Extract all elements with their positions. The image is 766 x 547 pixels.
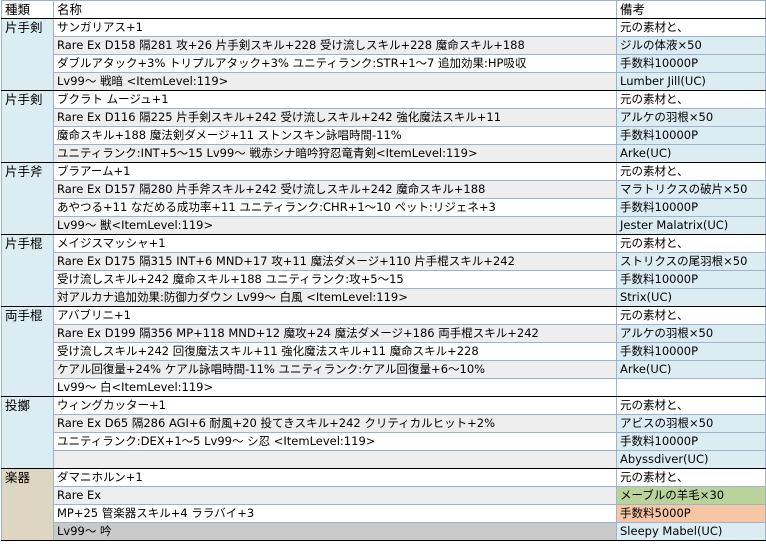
note-cell: 元の素材と、	[616, 306, 766, 325]
table-row: Lv99～ 獣<ItemLevel:119> Jester Malatrix(UC…	[2, 216, 766, 235]
item-name-cell: 受け流しスキル+242 魔命スキル+188 ユニティランク:攻+5～15	[53, 270, 617, 289]
note-cell: Sleepy Mabel(UC)	[616, 522, 766, 541]
note-cell: 手数料10000P	[616, 54, 766, 73]
item-name-cell: Lv99～ 吟	[53, 522, 617, 541]
header-name: 名称	[53, 0, 617, 19]
item-name-cell: あやつる+11 なだめる成功率+11 ユニティランク:CHR+1～10 ペット:…	[53, 198, 617, 217]
table-row: 片手斧 ブラアーム+1 元の素材と、	[1, 162, 766, 235]
table-row: Rare Ex D158 隔281 攻+26 片手剣スキル+228 受け流しスキ…	[2, 36, 766, 55]
item-name-cell: MP+25 管楽器スキル+4 ララバイ+3	[53, 504, 617, 523]
table-row: 片手棍 メイジスマッシャ+1 元の素材と、	[1, 234, 766, 307]
note-cell: アルケの羽根×50	[616, 108, 766, 127]
table-row: Rare Ex メーブルの羊毛×30	[2, 486, 766, 505]
note-cell: メーブルの羊毛×30	[616, 486, 766, 505]
note-cell: Lumber Jill(UC)	[616, 72, 766, 91]
table-row: MP+25 管楽器スキル+4 ララバイ+3 手数料5000P	[2, 504, 766, 523]
item-name-cell: アバブリニ+1	[53, 306, 617, 325]
table-row: 対アルカナ追加効果:防御力ダウン Lv99～ 白風 <ItemLevel:119…	[2, 288, 766, 307]
note-cell: アビスの羽根×50	[616, 414, 766, 433]
note-cell: 元の素材と、	[616, 18, 766, 37]
note-cell: 元の素材と、	[616, 468, 766, 487]
table-row: あやつる+11 なだめる成功率+11 ユニティランク:CHR+1～10 ペット:…	[2, 198, 766, 217]
table-row: 片手剣 ブクラト ムージュ+1 元の素材と、	[1, 90, 766, 163]
table-row: 片手剣 サンガリアス+1 元の素材と、	[1, 18, 766, 91]
table-row: ダブルアタック+3% トリプルアタック+3% ユニティランク:STR+1～7 追…	[2, 54, 766, 73]
category-cell: 楽器	[1, 468, 54, 541]
table-row: Rare Ex D65 隔286 AGI+6 耐風+20 投てきスキル+242 …	[2, 414, 766, 433]
item-name-cell: ダマニホルン+1	[53, 468, 617, 487]
category-cell: 片手剣	[1, 18, 54, 91]
item-name-cell: Rare Ex D65 隔286 AGI+6 耐風+20 投てきスキル+242 …	[53, 414, 617, 433]
table-row: Rare Ex D175 隔315 INT+6 MND+17 攻+11 魔法ダメ…	[2, 252, 766, 271]
category-cell: 片手棍	[1, 234, 54, 307]
item-name-cell: ケアル回復量+24% ケアル詠唱時間-11% ユニティランク:ケアル回復量+6～…	[53, 360, 617, 379]
note-cell: 元の素材と、	[616, 396, 766, 415]
table-row: 両手棍 アバブリニ+1 元の素材と、	[1, 306, 766, 397]
category-cell: 両手棍	[1, 306, 54, 397]
item-name-cell: サンガリアス+1	[53, 18, 617, 37]
item-name-cell: Rare Ex	[53, 486, 617, 505]
item-name-cell: ブクラト ムージュ+1	[53, 90, 617, 109]
item-name-cell: Lv99～ 戦暗 <ItemLevel:119>	[53, 72, 617, 91]
table-row: 楽器 ダマニホルン+1 元の素材と、	[1, 468, 766, 541]
item-name-cell: 受け流しスキル+242 回復魔法スキル+11 強化魔法スキル+11 魔命スキル+…	[53, 342, 617, 361]
item-name-cell: Rare Ex D199 隔356 MP+118 MND+12 魔攻+24 魔法…	[53, 324, 617, 343]
table-row: 投擲 ウィングカッター+1 元の素材と、	[1, 396, 766, 469]
note-cell: Strix(UC)	[616, 288, 766, 307]
note-cell: 元の素材と、	[616, 162, 766, 181]
note-cell	[616, 378, 766, 397]
header-row: 種類 名称 備考	[1, 0, 766, 19]
item-name-cell: ウィングカッター+1	[53, 396, 617, 415]
item-table: 種類 名称 備考 片手剣 サンガリアス+1 元の素材と、 Rare Ex D158 隔…	[1, 0, 766, 541]
table-row: 受け流しスキル+242 魔命スキル+188 ユニティランク:攻+5～15 手数料1…	[2, 270, 766, 289]
note-cell: 手数料10000P	[616, 270, 766, 289]
item-name-cell: Lv99～ 獣<ItemLevel:119>	[53, 216, 617, 235]
item-name-cell: メイジスマッシャ+1	[53, 234, 617, 253]
item-name-cell: Rare Ex D116 隔225 片手剣スキル+242 受け流しスキル+242…	[53, 108, 617, 127]
item-name-cell: Rare Ex D175 隔315 INT+6 MND+17 攻+11 魔法ダメ…	[53, 252, 617, 271]
note-cell: Abyssdiver(UC)	[616, 450, 766, 469]
table-row: Rare Ex D116 隔225 片手剣スキル+242 受け流しスキル+242…	[2, 108, 766, 127]
note-cell: Jester Malatrix(UC)	[616, 216, 766, 235]
table-row: Abyssdiver(UC)	[2, 450, 766, 469]
item-name-cell	[53, 450, 617, 469]
category-cell: 投擲	[1, 396, 54, 469]
item-name-cell: Lv99～ 白<ItemLevel:119>	[53, 378, 617, 397]
note-cell: 手数料10000P	[616, 126, 766, 145]
note-cell: Arke(UC)	[616, 360, 766, 379]
note-cell: 元の素材と、	[616, 234, 766, 253]
item-name-cell: Rare Ex D157 隔280 片手斧スキル+242 受け流しスキル+242…	[53, 180, 617, 199]
note-cell: 手数料5000P	[616, 504, 766, 523]
item-name-cell: 対アルカナ追加効果:防御力ダウン Lv99～ 白風 <ItemLevel:119…	[53, 288, 617, 307]
item-name-cell: ユニティランク:DEX+1～5 Lv99～ シ忍 <ItemLevel:119>	[53, 432, 617, 451]
note-cell: ジルの体液×50	[616, 36, 766, 55]
table-row: Rare Ex D199 隔356 MP+118 MND+12 魔攻+24 魔法…	[2, 324, 766, 343]
header-note: 備考	[616, 0, 766, 19]
note-cell: Arke(UC)	[616, 144, 766, 163]
table-row: ユニティランク:INT+5～15 Lv99～ 戦赤シナ暗吟狩忍竜青剣<ItemL…	[2, 144, 766, 163]
table-row: Lv99～ 白<ItemLevel:119>	[2, 378, 766, 397]
table-row: Lv99～ 吟 Sleepy Mabel(UC)	[2, 522, 766, 541]
table-row: 魔命スキル+188 魔法剣ダメージ+11 ストンスキン詠唱時間-11% 手数料10…	[2, 126, 766, 145]
note-cell: 元の素材と、	[616, 90, 766, 109]
note-cell: 手数料10000P	[616, 198, 766, 217]
item-name-cell: ダブルアタック+3% トリプルアタック+3% ユニティランク:STR+1～7 追…	[53, 54, 617, 73]
item-name-cell: ブラアーム+1	[53, 162, 617, 181]
note-cell: アルケの羽根×50	[616, 324, 766, 343]
note-cell: 手数料10000P	[616, 342, 766, 361]
item-name-cell: 魔命スキル+188 魔法剣ダメージ+11 ストンスキン詠唱時間-11%	[53, 126, 617, 145]
item-name-cell: ユニティランク:INT+5～15 Lv99～ 戦赤シナ暗吟狩忍竜青剣<ItemL…	[53, 144, 617, 163]
table-row: Lv99～ 戦暗 <ItemLevel:119> Lumber Jill(UC)	[2, 72, 766, 91]
item-name-cell: Rare Ex D158 隔281 攻+26 片手剣スキル+228 受け流しスキ…	[53, 36, 617, 55]
note-cell: マラトリクスの破片×50	[616, 180, 766, 199]
category-cell: 片手剣	[1, 90, 54, 163]
table-row: ケアル回復量+24% ケアル詠唱時間-11% ユニティランク:ケアル回復量+6～…	[2, 360, 766, 379]
table-row: 受け流しスキル+242 回復魔法スキル+11 強化魔法スキル+11 魔命スキル+…	[2, 342, 766, 361]
table-row: ユニティランク:DEX+1～5 Lv99～ シ忍 <ItemLevel:119>…	[2, 432, 766, 451]
header-type: 種類	[1, 0, 54, 19]
note-cell: ストリクスの尾羽根×50	[616, 252, 766, 271]
table-row: Rare Ex D157 隔280 片手斧スキル+242 受け流しスキル+242…	[2, 180, 766, 199]
note-cell: 手数料10000P	[616, 432, 766, 451]
category-cell: 片手斧	[1, 162, 54, 235]
